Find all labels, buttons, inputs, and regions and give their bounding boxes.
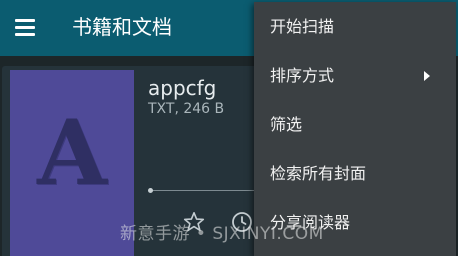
submenu-arrow-icon [424,71,430,81]
book-cover[interactable]: A [10,70,134,256]
menu-item-sort-by[interactable]: 排序方式 [254,51,456,100]
hamburger-menu-icon[interactable] [14,16,36,38]
menu-item-label: 筛选 [270,115,303,134]
reading-progress-track [150,190,270,191]
watermark: 新意手游 • SJXINYI.COM [120,224,324,244]
menu-item-label: 排序方式 [270,66,335,85]
menu-item-fetch-covers[interactable]: 检索所有封面 [254,149,456,198]
menu-item-filter[interactable]: 筛选 [254,100,456,149]
menu-item-label: 检索所有封面 [270,164,367,183]
book-title: appcfg [148,76,217,100]
cover-letter: A [37,100,107,206]
book-meta: TXT, 246 B [148,101,225,117]
reading-progress-indicator [148,188,153,193]
menu-item-label: 开始扫描 [270,17,335,36]
app-window: 书籍和文档 A appcfg TXT, 246 B 开始扫描 排序方式 筛选 检… [0,0,458,256]
menu-item-start-scan[interactable]: 开始扫描 [254,2,456,51]
page-title: 书籍和文档 [72,15,172,39]
overflow-menu: 开始扫描 排序方式 筛选 检索所有封面 分享阅读器 [254,2,456,256]
